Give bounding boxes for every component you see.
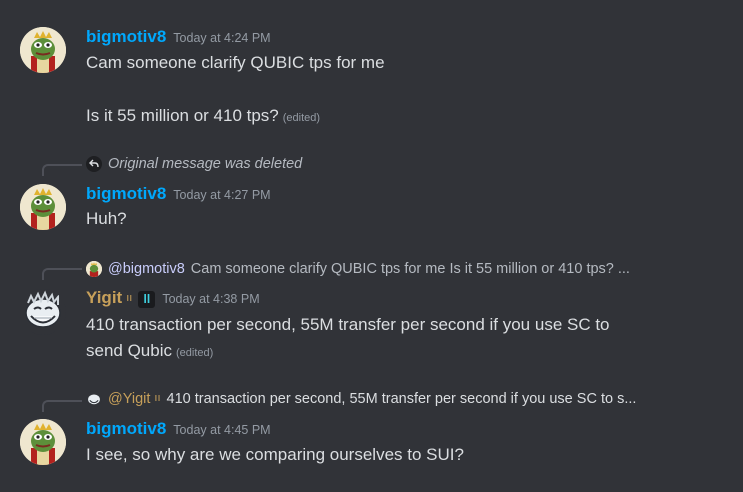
role-badge: ıı <box>154 392 161 404</box>
message-text: 410 transaction per second, 55M transfer… <box>86 315 610 334</box>
reply-spine <box>42 268 82 280</box>
app-badge-icon[interactable]: ll <box>138 291 156 308</box>
timestamp: Today at 4:24 PM <box>173 31 271 45</box>
reply-preview[interactable]: @bigmotiv8 Cam someone clarify QUBIC tps… <box>86 261 630 277</box>
pepe-king-avatar-icon[interactable] <box>20 419 66 465</box>
message-text-line-2: Is it 55 million or 410 tps? (edited) <box>86 106 320 126</box>
reply-mention[interactable]: @Yigit ıı <box>108 391 161 407</box>
reply-text: 410 transaction per second, 55M transfer… <box>166 391 637 407</box>
troll-face-avatar-icon <box>86 391 102 407</box>
username[interactable]: Yigit <box>86 288 122 307</box>
timestamp: Today at 4:27 PM <box>173 188 271 202</box>
pepe-king-avatar-icon[interactable] <box>20 184 66 230</box>
reply-text: Cam someone clarify QUBIC tps for me Is … <box>190 261 630 277</box>
reply-spine <box>42 164 82 176</box>
timestamp: Today at 4:38 PM <box>162 292 260 306</box>
troll-face-avatar-icon[interactable] <box>20 289 66 335</box>
reply-preview[interactable]: @Yigit ıı 410 transaction per second, 55M… <box>86 391 636 407</box>
role-badge: ıı <box>126 292 133 304</box>
message-text-line-2: send Qubic (edited) <box>86 341 213 361</box>
message-text: I see, so why are we comparing ourselves… <box>86 445 464 464</box>
message-text: send Qubic <box>86 341 172 360</box>
reply-preview[interactable]: Original message was deleted <box>86 156 302 172</box>
username[interactable]: bigmotiv8 <box>86 419 166 438</box>
reply-arrow-icon <box>86 156 102 172</box>
pepe-king-avatar-icon <box>86 261 102 277</box>
message-text: Is it 55 million or 410 tps? <box>86 106 279 125</box>
username[interactable]: bigmotiv8 <box>86 27 166 46</box>
deleted-message-text: Original message was deleted <box>108 156 303 172</box>
timestamp: Today at 4:45 PM <box>173 423 271 437</box>
reply-mention-name: @Yigit <box>108 391 151 407</box>
edited-label: (edited) <box>176 347 214 359</box>
pepe-king-avatar-icon[interactable] <box>20 27 66 73</box>
reply-spine <box>42 400 82 412</box>
message-text: Cam someone clarify QUBIC tps for me <box>86 53 385 72</box>
username[interactable]: bigmotiv8 <box>86 184 166 203</box>
message-text: Huh? <box>86 209 127 228</box>
edited-label: (edited) <box>282 112 321 124</box>
reply-mention[interactable]: @bigmotiv8 <box>108 261 185 277</box>
